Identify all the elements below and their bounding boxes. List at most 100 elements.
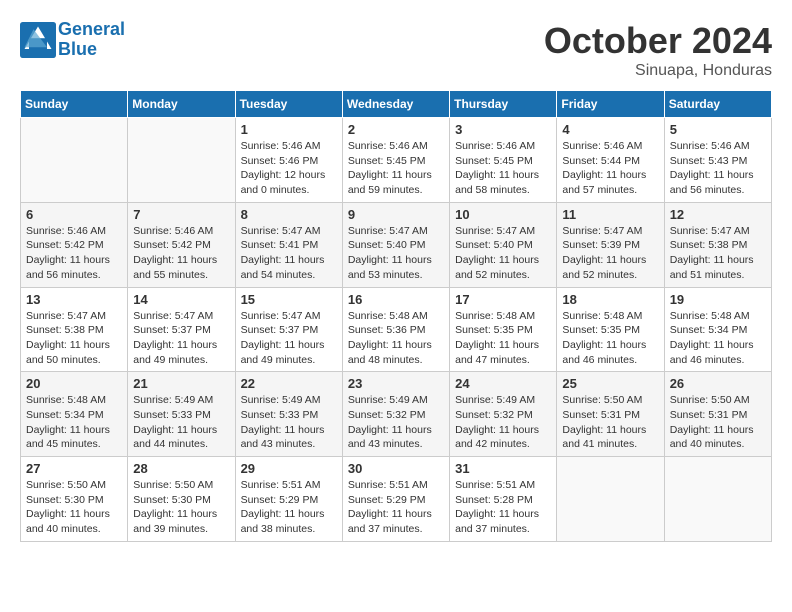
- day-info: Sunrise: 5:48 AM Sunset: 5:36 PM Dayligh…: [348, 309, 444, 368]
- calendar-header-tuesday: Tuesday: [235, 91, 342, 118]
- calendar-cell: 8Sunrise: 5:47 AM Sunset: 5:41 PM Daylig…: [235, 202, 342, 287]
- day-number: 22: [241, 376, 337, 391]
- day-number: 4: [562, 122, 658, 137]
- day-info: Sunrise: 5:50 AM Sunset: 5:30 PM Dayligh…: [133, 478, 229, 537]
- calendar-cell: 5 Sunrise: 5:46 AM Sunset: 5:43 PM Daylig…: [664, 118, 771, 203]
- day-number: 13: [26, 292, 122, 307]
- calendar-cell: 4 Sunrise: 5:46 AM Sunset: 5:44 PM Daylig…: [557, 118, 664, 203]
- day-info: Sunrise: 5:47 AM Sunset: 5:40 PM Dayligh…: [455, 224, 551, 283]
- day-info: Sunrise: 5:48 AM Sunset: 5:35 PM Dayligh…: [562, 309, 658, 368]
- day-info: Sunrise: 5:46 AM Sunset: 5:45 PM Dayligh…: [455, 139, 551, 198]
- day-number: 25: [562, 376, 658, 391]
- calendar-cell: 16 Sunrise: 5:48 AM Sunset: 5:36 PM Dayli…: [342, 287, 449, 372]
- calendar-week-row: 20 Sunrise: 5:48 AM Sunset: 5:34 PM Dayli…: [21, 372, 772, 457]
- calendar-cell: 10 Sunrise: 5:47 AM Sunset: 5:40 PM Dayli…: [450, 202, 557, 287]
- day-info: Sunrise: 5:46 AM Sunset: 5:45 PM Dayligh…: [348, 139, 444, 198]
- calendar-week-row: 6 Sunrise: 5:46 AM Sunset: 5:42 PM Daylig…: [21, 202, 772, 287]
- logo-text-line1: General: [58, 20, 125, 40]
- calendar-cell: 26 Sunrise: 5:50 AM Sunset: 5:31 PM Dayli…: [664, 372, 771, 457]
- calendar-cell: [128, 118, 235, 203]
- calendar-header-saturday: Saturday: [664, 91, 771, 118]
- day-number: 12: [670, 207, 766, 222]
- calendar-cell: 17Sunrise: 5:48 AM Sunset: 5:35 PM Dayli…: [450, 287, 557, 372]
- day-number: 3: [455, 122, 551, 137]
- page-header: General Blue October 2024 Sinuapa, Hondu…: [20, 20, 772, 80]
- calendar-cell: [557, 457, 664, 542]
- calendar-cell: 28 Sunrise: 5:50 AM Sunset: 5:30 PM Dayli…: [128, 457, 235, 542]
- calendar-cell: 2Sunrise: 5:46 AM Sunset: 5:45 PM Daylig…: [342, 118, 449, 203]
- calendar-header-sunday: Sunday: [21, 91, 128, 118]
- day-info: Sunrise: 5:46 AM Sunset: 5:44 PM Dayligh…: [562, 139, 658, 198]
- day-info: Sunrise: 5:49 AM Sunset: 5:32 PM Dayligh…: [455, 393, 551, 452]
- day-info: Sunrise: 5:49 AM Sunset: 5:33 PM Dayligh…: [241, 393, 337, 452]
- calendar-cell: 31 Sunrise: 5:51 AM Sunset: 5:28 PM Dayli…: [450, 457, 557, 542]
- day-info: Sunrise: 5:51 AM Sunset: 5:29 PM Dayligh…: [241, 478, 337, 537]
- calendar-cell: 7 Sunrise: 5:46 AM Sunset: 5:42 PM Daylig…: [128, 202, 235, 287]
- day-number: 20: [26, 376, 122, 391]
- day-info: Sunrise: 5:47 AM Sunset: 5:37 PM Dayligh…: [241, 309, 337, 368]
- calendar-cell: 12 Sunrise: 5:47 AM Sunset: 5:38 PM Dayli…: [664, 202, 771, 287]
- day-number: 26: [670, 376, 766, 391]
- day-info: Sunrise: 5:48 AM Sunset: 5:34 PM Dayligh…: [26, 393, 122, 452]
- day-number: 29: [241, 461, 337, 476]
- calendar-header-friday: Friday: [557, 91, 664, 118]
- calendar-header-wednesday: Wednesday: [342, 91, 449, 118]
- day-number: 8: [241, 207, 337, 222]
- day-number: 18: [562, 292, 658, 307]
- day-number: 17: [455, 292, 551, 307]
- calendar-week-row: 27 Sunrise: 5:50 AM Sunset: 5:30 PM Dayli…: [21, 457, 772, 542]
- logo: General Blue: [20, 20, 125, 60]
- title-block: October 2024 Sinuapa, Honduras: [544, 20, 772, 80]
- day-info: Sunrise: 5:50 AM Sunset: 5:31 PM Dayligh…: [562, 393, 658, 452]
- day-info: Sunrise: 5:49 AM Sunset: 5:33 PM Dayligh…: [133, 393, 229, 452]
- calendar-cell: 22 Sunrise: 5:49 AM Sunset: 5:33 PM Dayli…: [235, 372, 342, 457]
- day-info: Sunrise: 5:51 AM Sunset: 5:28 PM Dayligh…: [455, 478, 551, 537]
- day-info: Sunrise: 5:46 AM Sunset: 5:42 PM Dayligh…: [133, 224, 229, 283]
- day-info: Sunrise: 5:50 AM Sunset: 5:31 PM Dayligh…: [670, 393, 766, 452]
- day-info: Sunrise: 5:49 AM Sunset: 5:32 PM Dayligh…: [348, 393, 444, 452]
- day-number: 28: [133, 461, 229, 476]
- day-info: Sunrise: 5:46 AM Sunset: 5:46 PM Dayligh…: [241, 139, 337, 198]
- day-number: 9: [348, 207, 444, 222]
- calendar-cell: 14Sunrise: 5:47 AM Sunset: 5:37 PM Dayli…: [128, 287, 235, 372]
- day-number: 1: [241, 122, 337, 137]
- calendar-cell: 6 Sunrise: 5:46 AM Sunset: 5:42 PM Daylig…: [21, 202, 128, 287]
- day-info: Sunrise: 5:47 AM Sunset: 5:38 PM Dayligh…: [670, 224, 766, 283]
- day-number: 27: [26, 461, 122, 476]
- day-number: 15: [241, 292, 337, 307]
- day-number: 6: [26, 207, 122, 222]
- location-title: Sinuapa, Honduras: [544, 62, 772, 80]
- day-info: Sunrise: 5:47 AM Sunset: 5:39 PM Dayligh…: [562, 224, 658, 283]
- day-info: Sunrise: 5:47 AM Sunset: 5:38 PM Dayligh…: [26, 309, 122, 368]
- calendar-cell: 1 Sunrise: 5:46 AM Sunset: 5:46 PM Daylig…: [235, 118, 342, 203]
- day-number: 16: [348, 292, 444, 307]
- calendar-cell: 13 Sunrise: 5:47 AM Sunset: 5:38 PM Dayli…: [21, 287, 128, 372]
- calendar-cell: 21 Sunrise: 5:49 AM Sunset: 5:33 PM Dayli…: [128, 372, 235, 457]
- calendar-cell: 18 Sunrise: 5:48 AM Sunset: 5:35 PM Dayli…: [557, 287, 664, 372]
- calendar-cell: [664, 457, 771, 542]
- month-title: October 2024: [544, 20, 772, 62]
- calendar-week-row: 13 Sunrise: 5:47 AM Sunset: 5:38 PM Dayli…: [21, 287, 772, 372]
- calendar-header-thursday: Thursday: [450, 91, 557, 118]
- calendar-cell: 23Sunrise: 5:49 AM Sunset: 5:32 PM Dayli…: [342, 372, 449, 457]
- day-number: 5: [670, 122, 766, 137]
- day-number: 14: [133, 292, 229, 307]
- day-number: 19: [670, 292, 766, 307]
- day-number: 10: [455, 207, 551, 222]
- day-info: Sunrise: 5:46 AM Sunset: 5:42 PM Dayligh…: [26, 224, 122, 283]
- calendar-cell: 30Sunrise: 5:51 AM Sunset: 5:29 PM Dayli…: [342, 457, 449, 542]
- calendar-cell: 19Sunrise: 5:48 AM Sunset: 5:34 PM Dayli…: [664, 287, 771, 372]
- day-number: 21: [133, 376, 229, 391]
- day-number: 7: [133, 207, 229, 222]
- calendar-cell: 29 Sunrise: 5:51 AM Sunset: 5:29 PM Dayli…: [235, 457, 342, 542]
- calendar-cell: 11Sunrise: 5:47 AM Sunset: 5:39 PM Dayli…: [557, 202, 664, 287]
- calendar-header-monday: Monday: [128, 91, 235, 118]
- day-info: Sunrise: 5:50 AM Sunset: 5:30 PM Dayligh…: [26, 478, 122, 537]
- day-info: Sunrise: 5:51 AM Sunset: 5:29 PM Dayligh…: [348, 478, 444, 537]
- day-info: Sunrise: 5:46 AM Sunset: 5:43 PM Dayligh…: [670, 139, 766, 198]
- day-number: 24: [455, 376, 551, 391]
- calendar-cell: 27 Sunrise: 5:50 AM Sunset: 5:30 PM Dayli…: [21, 457, 128, 542]
- calendar-cell: 3 Sunrise: 5:46 AM Sunset: 5:45 PM Daylig…: [450, 118, 557, 203]
- calendar-cell: 24 Sunrise: 5:49 AM Sunset: 5:32 PM Dayli…: [450, 372, 557, 457]
- day-number: 31: [455, 461, 551, 476]
